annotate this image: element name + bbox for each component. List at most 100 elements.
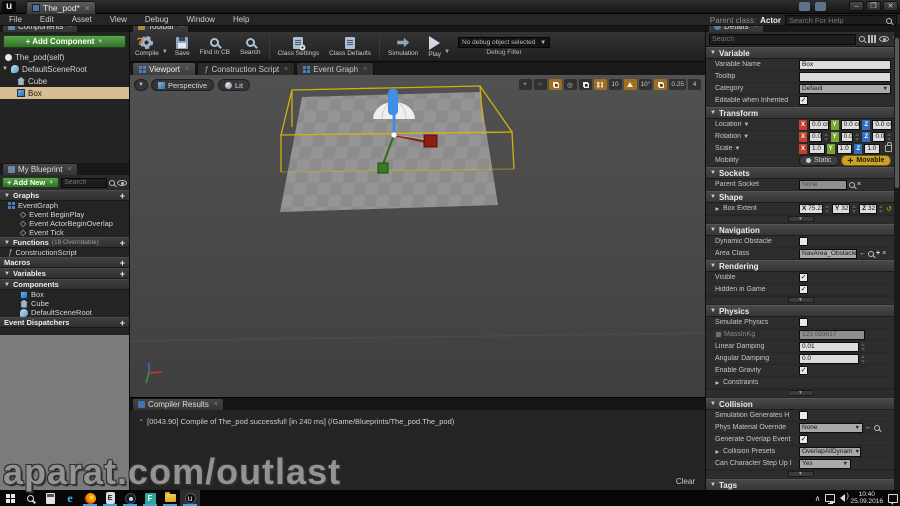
- location-x-field[interactable]: 0.0 cm: [809, 119, 829, 130]
- tab-viewport[interactable]: Viewport ×: [132, 62, 197, 75]
- section-physics[interactable]: ▼ Physics: [706, 305, 895, 317]
- class-settings-button[interactable]: Class Settings: [273, 33, 325, 61]
- spinner-icon[interactable]: [861, 354, 866, 363]
- variable-name-field[interactable]: Box: [799, 59, 891, 70]
- section-macros[interactable]: Macros +: [0, 257, 129, 268]
- add-dispatcher-icon[interactable]: +: [120, 318, 125, 328]
- viewport-options-dropdown[interactable]: ▼: [134, 79, 148, 91]
- location-z-field[interactable]: 0.0 cm: [872, 119, 893, 130]
- section-sockets[interactable]: ▼ Sockets: [706, 167, 895, 179]
- tree-item-self[interactable]: The_pod(self): [0, 51, 129, 63]
- scale-x-field[interactable]: 1.0: [809, 143, 825, 154]
- category-dropdown[interactable]: Default ▼: [799, 83, 891, 94]
- clear-socket-icon[interactable]: ×: [857, 181, 861, 188]
- section-expander-button[interactable]: ▼: [787, 297, 814, 303]
- search-socket-icon[interactable]: [849, 181, 855, 188]
- tray-expand-chevron[interactable]: ∧: [815, 494, 821, 503]
- use-selected-icon[interactable]: ←: [865, 424, 872, 431]
- perspective-button[interactable]: Perspective: [151, 79, 215, 91]
- box-extent-y-field[interactable]: Y 32.0: [832, 203, 851, 214]
- scrollbar-thumb[interactable]: [895, 38, 899, 188]
- move-tool-button[interactable]: +: [518, 79, 532, 90]
- expander-icon[interactable]: ▼: [2, 66, 8, 72]
- browse-icon[interactable]: [868, 250, 874, 257]
- spinner-icon[interactable]: [823, 132, 829, 141]
- area-class-dropdown[interactable]: NavArea_Obstacle▼: [799, 248, 857, 259]
- section-expander-button[interactable]: ▼: [787, 216, 814, 222]
- collision-presets-dropdown[interactable]: OverlapAllDynam ▼: [799, 446, 861, 457]
- expander-icon[interactable]: ▼: [715, 380, 721, 386]
- spinner-icon[interactable]: [887, 132, 892, 141]
- generate-overlap-checkbox[interactable]: ✓: [799, 435, 808, 444]
- add-macro-icon[interactable]: +: [120, 258, 125, 268]
- network-icon[interactable]: [825, 494, 836, 504]
- play-options-chevron-icon[interactable]: ▼: [444, 49, 450, 55]
- taskbar-clock[interactable]: 10:40 25.09.2016: [850, 491, 883, 505]
- compiler-tab-close-icon[interactable]: ×: [214, 401, 218, 408]
- rotation-snap-toggle[interactable]: [623, 79, 637, 90]
- dynamic-obstacle-checkbox[interactable]: ✓: [799, 237, 808, 246]
- scale-snap-toggle[interactable]: [654, 79, 668, 90]
- scale-z-field[interactable]: 1.0: [864, 143, 881, 154]
- tab-event-graph[interactable]: Event Graph ×: [296, 62, 375, 75]
- clear-icon[interactable]: ×: [882, 250, 886, 257]
- compile-button[interactable]: ? Compile: [130, 33, 164, 61]
- linear-damping-field[interactable]: 0.01: [799, 341, 859, 352]
- surface-snap-toggle[interactable]: [578, 79, 592, 90]
- tree-item-defaultsceneroot[interactable]: ▼ DefaultSceneRoot: [0, 63, 129, 75]
- use-selected-icon[interactable]: ←: [859, 250, 866, 257]
- section-transform[interactable]: ▼ Transform: [706, 107, 895, 119]
- browse-icon[interactable]: [874, 424, 880, 431]
- add-new-button[interactable]: + Add New ▼: [2, 177, 60, 188]
- box-extent-z-field[interactable]: Z 32.0: [859, 203, 878, 214]
- help-search-input[interactable]: [785, 15, 897, 25]
- camera-speed-button[interactable]: 4: [688, 79, 701, 90]
- grid-snap-toggle[interactable]: [593, 79, 607, 90]
- add-variable-icon[interactable]: +: [120, 269, 125, 279]
- step-up-dropdown[interactable]: Yes ▼: [799, 458, 851, 469]
- gizmo-x-handle[interactable]: [423, 134, 438, 148]
- clear-log-button[interactable]: Clear: [676, 477, 695, 486]
- editable-checkbox[interactable]: ✓: [799, 96, 808, 105]
- location-y-field[interactable]: 0.0 cm: [840, 119, 861, 130]
- tab-construction-script[interactable]: ƒ Construction Script ×: [197, 62, 296, 75]
- menu-file[interactable]: File: [0, 14, 31, 26]
- section-tags[interactable]: ▼ Tags: [706, 479, 895, 490]
- gizmo-z-handle[interactable]: [388, 89, 398, 115]
- menu-debug[interactable]: Debug: [136, 14, 178, 26]
- item-event-beginplay[interactable]: ◇ Event BeginPlay: [0, 210, 129, 219]
- section-expander-button[interactable]: ▼: [787, 390, 814, 396]
- parent-socket-field[interactable]: None: [799, 179, 847, 190]
- mobility-static-button[interactable]: Static: [799, 155, 839, 166]
- section-collision[interactable]: ▼ Collision: [706, 398, 895, 410]
- gizmo-center[interactable]: [391, 132, 397, 138]
- section-event-dispatchers[interactable]: Event Dispatchers +: [0, 317, 129, 328]
- eye-filter-icon[interactable]: [879, 36, 890, 42]
- feedback-icon[interactable]: [799, 2, 810, 11]
- action-center-icon[interactable]: [888, 493, 898, 505]
- search-button[interactable]: Search: [235, 33, 266, 61]
- item-event-actorbeginoverlap[interactable]: ◇ Event ActorBeginOverlap: [0, 219, 129, 228]
- tree-item-box-selected[interactable]: Box: [0, 87, 129, 99]
- add-icon[interactable]: +: [876, 250, 880, 257]
- spinner-icon[interactable]: [825, 204, 830, 213]
- section-variables[interactable]: ▼ Variables +: [0, 268, 129, 279]
- visible-checkbox[interactable]: ✓: [799, 273, 808, 282]
- compiler-log-entry[interactable]: ▪ [0043.90] Compile of The_pod successfu…: [130, 410, 705, 433]
- section-navigation[interactable]: ▼ Navigation: [706, 224, 895, 236]
- rotation-y-field[interactable]: 0.0 °: [840, 131, 854, 142]
- spinner-icon[interactable]: [879, 204, 884, 213]
- parent-class-value[interactable]: Actor: [760, 16, 781, 25]
- item-variable-defaultsceneroot[interactable]: DefaultSceneRoot: [0, 308, 129, 317]
- lit-mode-button[interactable]: Lit: [218, 79, 250, 91]
- rotation-x-field[interactable]: 0.0 °: [809, 131, 822, 142]
- menu-asset[interactable]: Asset: [63, 14, 101, 26]
- spinner-icon[interactable]: [855, 132, 860, 141]
- simulation-button[interactable]: Simulation: [383, 33, 423, 61]
- scale-tool-button[interactable]: [548, 79, 562, 90]
- tab-close-icon[interactable]: ×: [185, 66, 189, 73]
- hidden-in-game-checkbox[interactable]: ✓: [799, 285, 808, 294]
- flag-icon[interactable]: [815, 2, 826, 11]
- rotate-tool-button[interactable]: ○: [533, 79, 547, 90]
- minimize-button[interactable]: –: [849, 1, 864, 11]
